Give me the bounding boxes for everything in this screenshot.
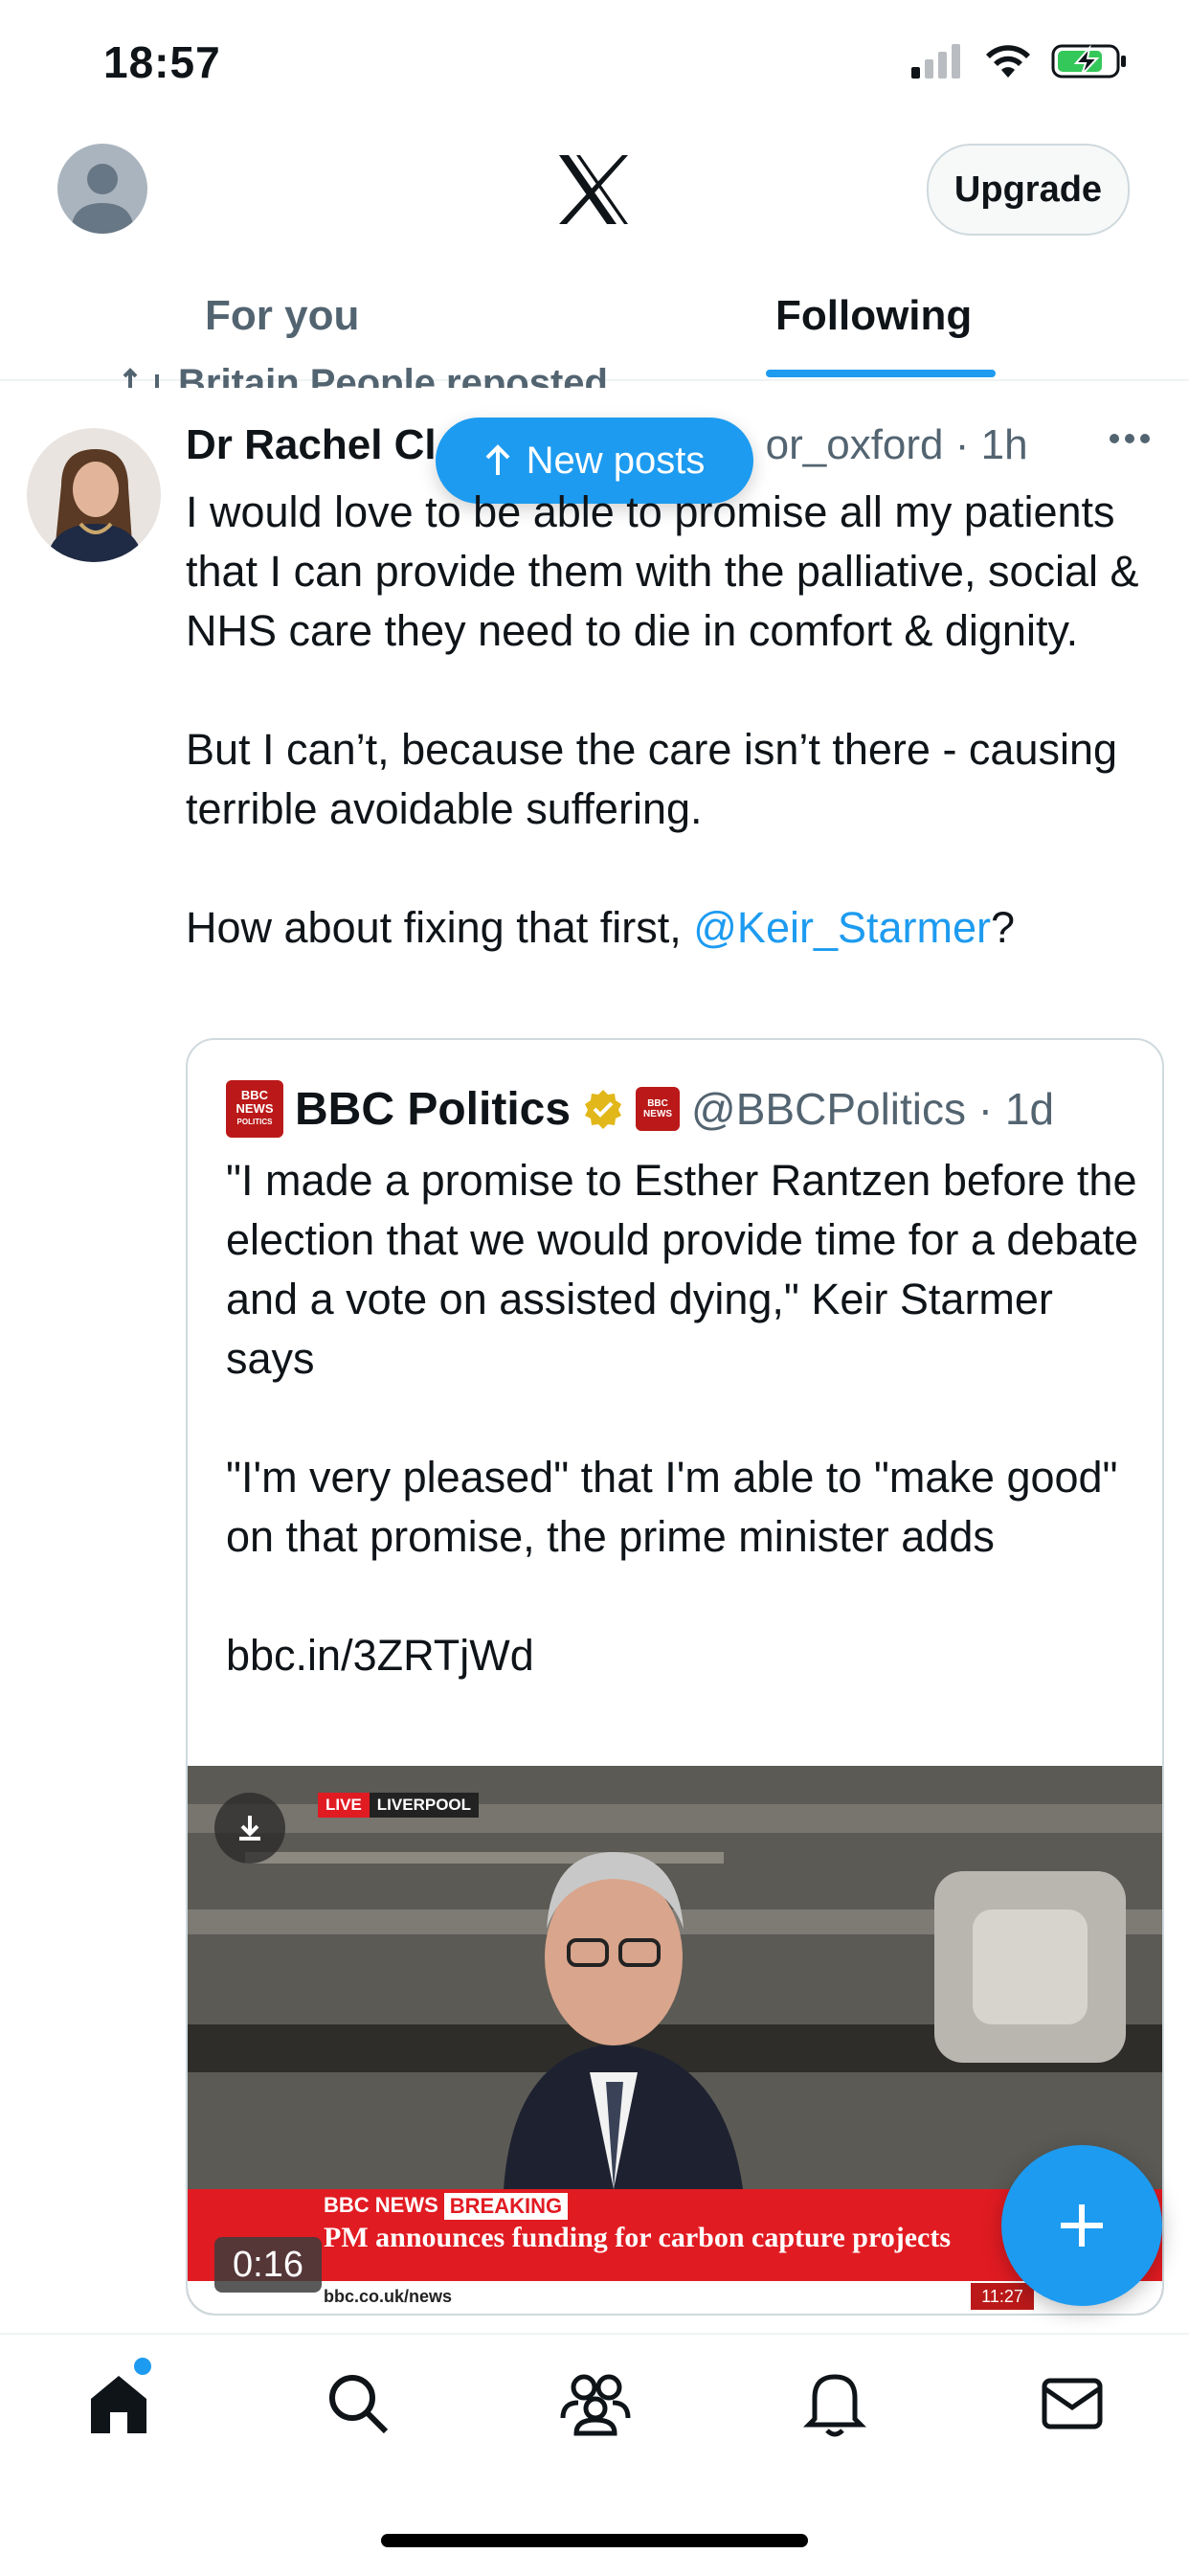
- quoted-paragraph: "I made a promise to Esther Rantzen befo…: [226, 1156, 1139, 1383]
- quoted-author-name: BBC Politics: [295, 1083, 572, 1135]
- quoted-link[interactable]: bbc.in/3ZRTjWd: [226, 1626, 1145, 1685]
- default-avatar-icon: [71, 164, 134, 234]
- tweet-text-fragment: How about fixing that first,: [186, 903, 694, 952]
- logo-text: NEWS: [236, 1101, 274, 1116]
- search-icon: [329, 2375, 389, 2434]
- bell-icon: [803, 2374, 866, 2437]
- mail-icon: [1042, 2378, 1103, 2429]
- tweet-paragraph: I would love to be able to promise all m…: [186, 487, 1139, 655]
- arrow-up-icon: [485, 444, 510, 475]
- broadcast-clock: 11:27: [971, 2283, 1034, 2310]
- repost-indicator[interactable]: Britain People reposted: [123, 362, 608, 404]
- author-avatar[interactable]: [27, 428, 161, 562]
- tab-notifications[interactable]: [796, 2365, 873, 2442]
- home-indicator: [381, 2534, 808, 2547]
- tab-home[interactable]: [80, 2365, 157, 2442]
- more-options-icon[interactable]: [1109, 433, 1151, 444]
- tweet-paragraph: But I can’t, because the care isn’t ther…: [186, 725, 1118, 833]
- cellular-signal-icon: [911, 44, 960, 79]
- badge-text: BBC: [647, 1098, 668, 1109]
- home-icon: [91, 2376, 146, 2433]
- bbc-politics-logo: BBC NEWS POLITICS: [226, 1080, 283, 1138]
- ticker-url: bbc.co.uk/news: [324, 2287, 453, 2306]
- profile-avatar-button[interactable]: [57, 144, 147, 234]
- verified-gold-badge-icon: [585, 1090, 622, 1129]
- home-unread-dot: [134, 2358, 151, 2375]
- affiliate-badge: BBC NEWS: [636, 1087, 681, 1131]
- tweet-text-fragment: ?: [991, 903, 1016, 952]
- quoted-paragraph: "I'm very pleased" that I'm able to "mak…: [226, 1453, 1118, 1561]
- mention-link[interactable]: @Keir_Starmer: [693, 903, 991, 952]
- author-handle: or_oxford · 1h: [765, 421, 1028, 468]
- logo-text: BBC: [240, 1088, 269, 1102]
- tweet-text: I would love to be able to promise all m…: [186, 483, 1162, 958]
- author-photo: [27, 428, 161, 562]
- logo-text: POLITICS: [236, 1118, 273, 1126]
- repost-label: Britain People reposted: [178, 362, 608, 404]
- video-headline: PM announces funding for carbon capture …: [324, 2222, 952, 2253]
- x-logo-icon: [559, 155, 628, 224]
- live-label: LIVE: [318, 1793, 370, 1818]
- tab-for-you[interactable]: For you: [205, 287, 359, 345]
- status-icons: [911, 42, 1128, 80]
- battery-charging-icon: [1051, 44, 1126, 79]
- tweet-paragraph-last: How about fixing that first, @Keir_Starm…: [186, 898, 1162, 958]
- quoted-tweet-card[interactable]: BBC NEWS POLITICS BBC Politics BBC NEWS …: [186, 1038, 1164, 2316]
- video-duration: 0:16: [214, 2237, 322, 2293]
- wifi-icon: [986, 45, 1030, 78]
- network-label: BBC NEWS: [324, 2193, 438, 2217]
- live-location-tag: LIVE LIVERPOOL: [318, 1793, 480, 1818]
- plus-icon: [1061, 2204, 1103, 2247]
- breaking-label: BREAKING: [443, 2193, 569, 2220]
- location-label: LIVERPOOL: [369, 1793, 480, 1818]
- tab-following[interactable]: Following: [775, 287, 972, 345]
- upgrade-button[interactable]: Upgrade: [927, 144, 1130, 236]
- active-tab-indicator: [766, 370, 996, 377]
- communities-icon: [560, 2374, 631, 2436]
- new-posts-label: New posts: [526, 439, 706, 482]
- tab-communities[interactable]: [557, 2365, 634, 2442]
- quoted-author-handle: @BBCPolitics · 1d: [691, 1084, 1055, 1134]
- breaking-tag: BBC NEWS BREAKING: [324, 2193, 569, 2220]
- compose-post-button[interactable]: [1001, 2145, 1162, 2306]
- status-time: 18:57: [103, 37, 221, 87]
- tab-search[interactable]: [320, 2365, 396, 2442]
- repost-icon: [123, 367, 159, 388]
- quoted-tweet-text: "I made a promise to Esther Rantzen befo…: [226, 1151, 1145, 1685]
- badge-text: NEWS: [643, 1109, 673, 1119]
- quoted-author-line: BBC NEWS POLITICS BBC Politics BBC NEWS …: [226, 1080, 1054, 1138]
- download-icon: [239, 1816, 260, 1841]
- author-name[interactable]: Dr Rachel Cl: [186, 421, 437, 469]
- download-video-button[interactable]: [214, 1793, 285, 1864]
- tab-messages[interactable]: [1034, 2365, 1110, 2442]
